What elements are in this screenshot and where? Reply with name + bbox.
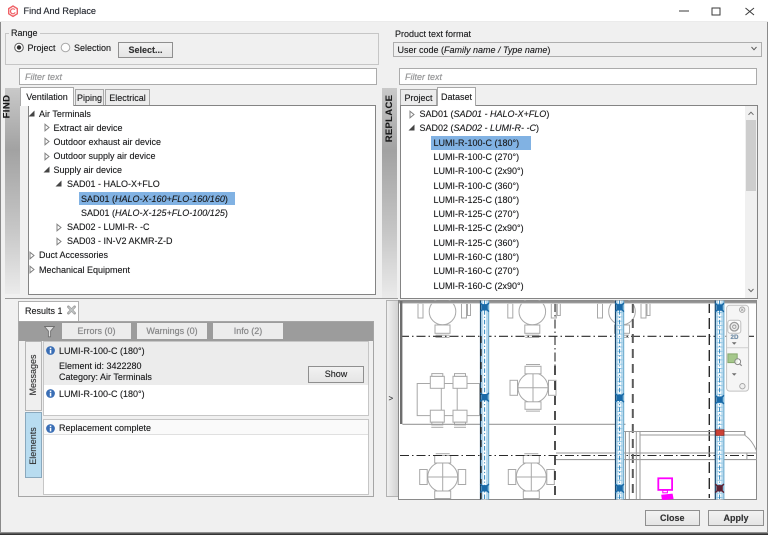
svg-text:2D: 2D — [731, 334, 739, 341]
